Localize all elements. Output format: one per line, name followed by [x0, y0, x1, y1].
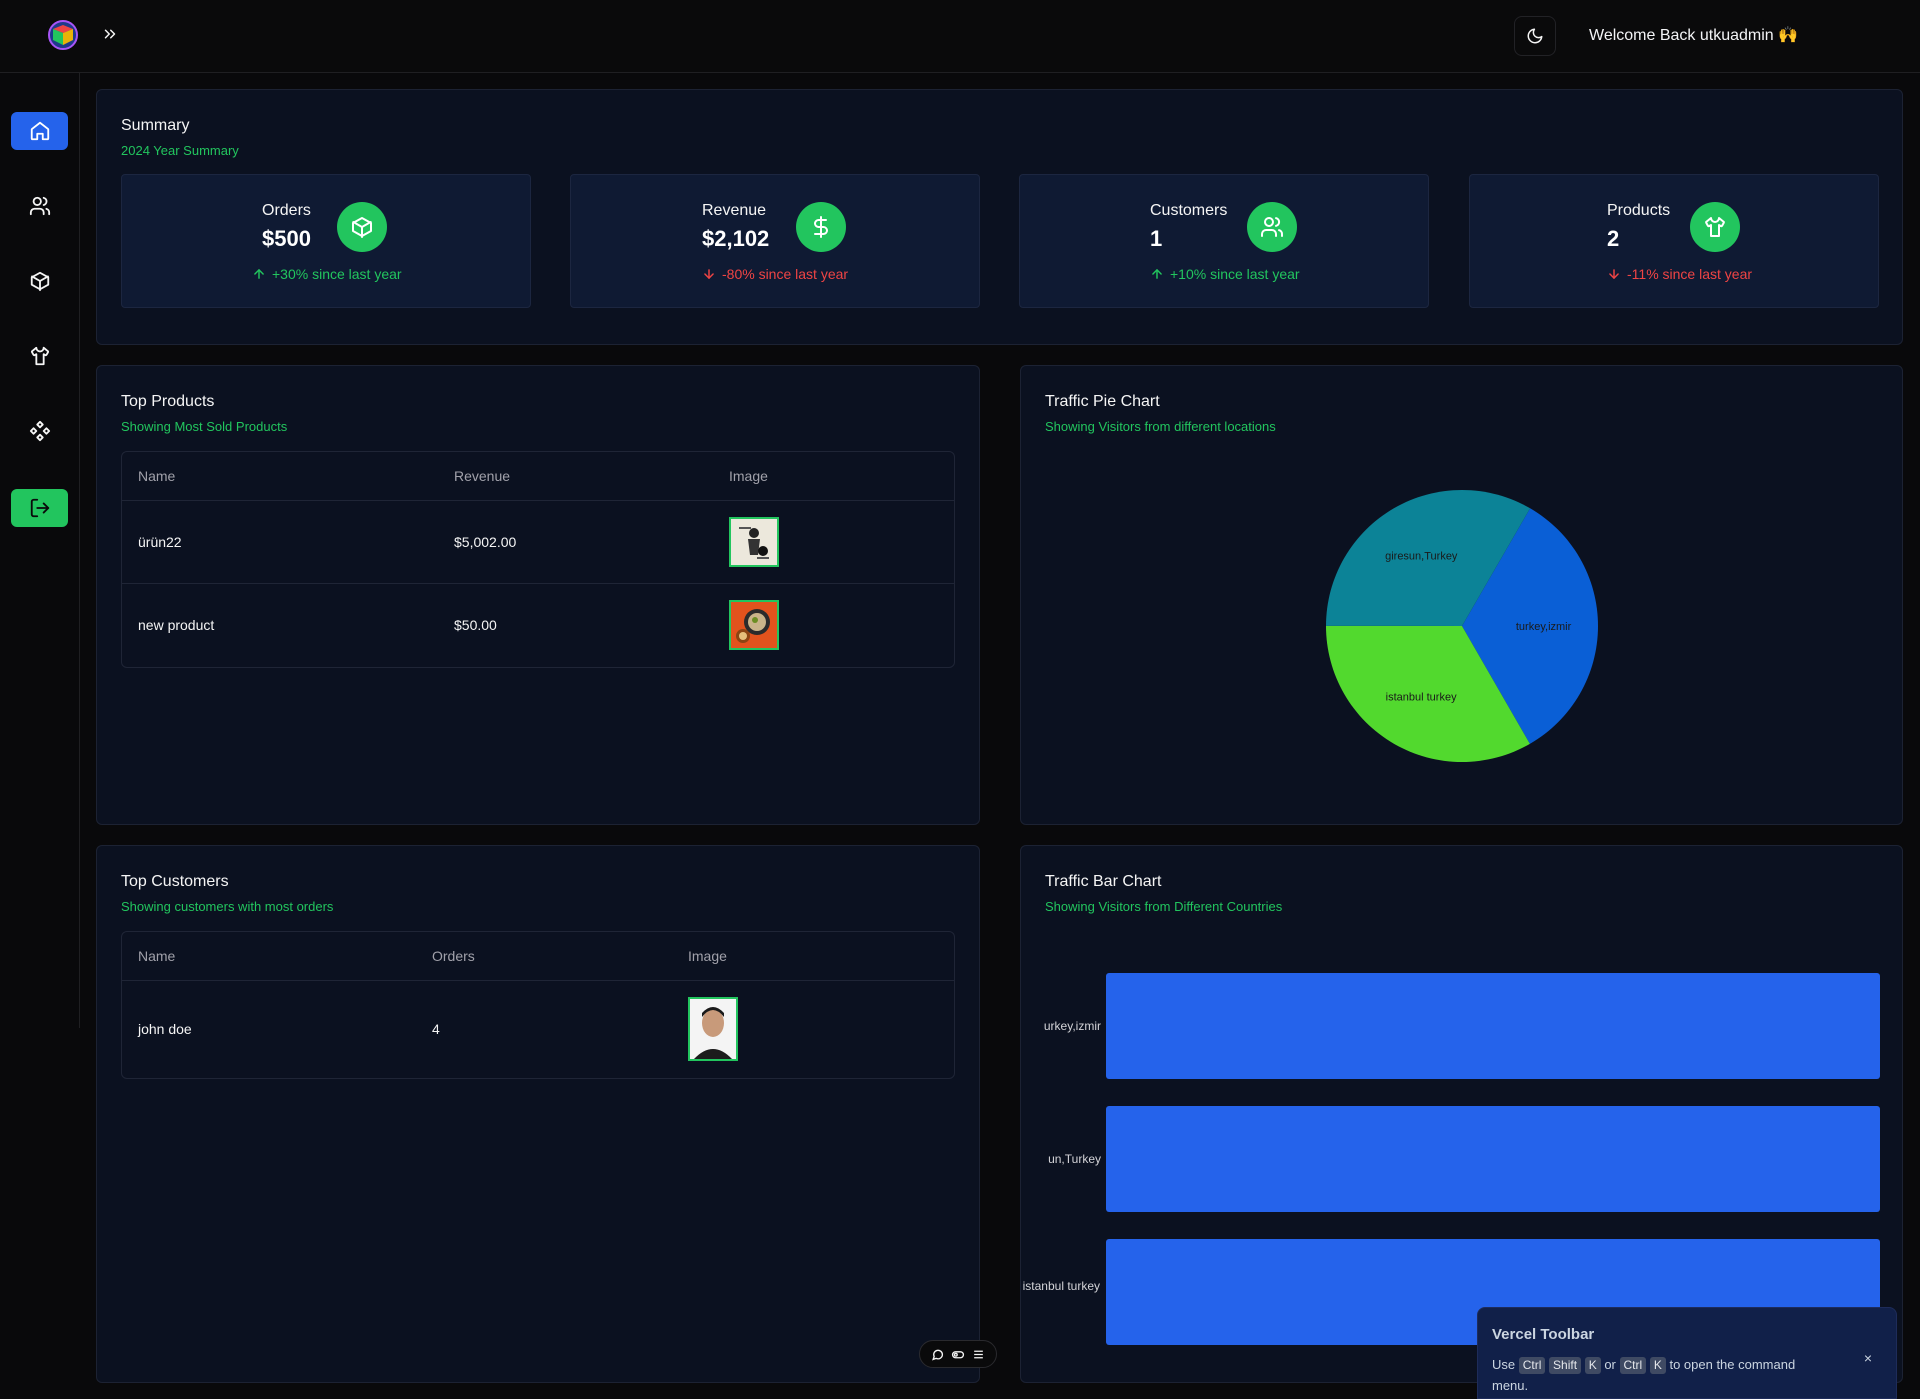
product-name: ürün22	[138, 534, 182, 550]
traffic-bar-card: Traffic Bar Chart Showing Visitors from …	[1020, 845, 1903, 1383]
stat-value: 1	[1150, 226, 1163, 251]
stat-value: $2,102	[702, 226, 770, 251]
top-header: Welcome Back utkuadmin 🙌	[0, 0, 1920, 73]
product-name: new product	[138, 617, 215, 633]
comment-icon[interactable]	[931, 1348, 944, 1361]
pie-label: istanbul turkey	[1386, 692, 1457, 704]
stat-card-orders: Orders $500 +30% since last year	[121, 174, 531, 308]
product-image[interactable]	[729, 600, 779, 650]
sidebar-item-products[interactable]	[11, 337, 68, 375]
top-customers-title: Top Customers	[121, 873, 229, 890]
sidebar	[0, 73, 80, 1028]
toggle-icon[interactable]	[951, 1348, 965, 1361]
column-header: Image	[729, 468, 768, 484]
stat-label: Products	[1607, 202, 1671, 219]
kbd-key: Ctrl	[1619, 1357, 1647, 1374]
bar-tick-label: urkey,izmir	[1043, 1019, 1101, 1033]
sidebar-item-customers[interactable]	[11, 187, 68, 225]
vercel-toolbar-message: Use Ctrl Shift K or Ctrl K to open the c…	[1492, 1357, 1796, 1393]
kbd-key: Ctrl	[1518, 1357, 1546, 1374]
stat-card-revenue: Revenue $2,102 -80% since last year	[570, 174, 980, 308]
pie-label: turkey,izmir	[1516, 621, 1572, 633]
summary-title: Summary	[121, 117, 190, 134]
moon-icon	[1527, 28, 1543, 44]
top-products-subtitle: Showing Most Sold Products	[121, 419, 288, 434]
sidebar-item-home[interactable]	[11, 112, 68, 150]
pie-label: giresun,Turkey	[1385, 550, 1458, 562]
logo-icon[interactable]	[47, 19, 79, 51]
vercel-toolbar-title: Vercel Toolbar	[1492, 1326, 1595, 1343]
users-icon	[29, 196, 50, 216]
sidebar-item-logout[interactable]	[11, 489, 68, 527]
stat-card-products: Products 2 -11% since last year	[1469, 174, 1879, 308]
column-header: Name	[138, 948, 176, 964]
home-icon	[30, 121, 49, 141]
top-products-title: Top Products	[121, 393, 215, 410]
table-header: Name Orders Image	[122, 932, 954, 981]
stat-value: $500	[262, 226, 311, 251]
product-revenue: $5,002.00	[454, 534, 517, 550]
stat-label: Revenue	[702, 202, 767, 219]
arrow-down-icon	[704, 269, 714, 279]
product-image[interactable]	[729, 517, 779, 567]
close-icon[interactable]: ×	[1864, 1350, 1872, 1366]
arrow-down-icon	[1609, 269, 1619, 279]
top-products-table: Name Revenue Image ürün22 $5,002.00 new …	[121, 451, 955, 668]
table-header: Name Revenue Image	[122, 452, 954, 501]
column-header: Name	[138, 468, 176, 484]
floating-toolbar	[919, 1340, 997, 1368]
expand-sidebar-icon[interactable]	[98, 22, 122, 46]
sidebar-item-components[interactable]	[11, 412, 68, 450]
top-customers-card: Top Customers Showing customers with mos…	[96, 845, 980, 1383]
stat-value: 2	[1607, 226, 1620, 251]
users-icon	[1247, 202, 1297, 252]
summary-subtitle: 2024 Year Summary	[121, 143, 239, 158]
stat-label: Orders	[262, 202, 311, 219]
shirt-icon	[1690, 202, 1740, 252]
traffic-pie-card: Traffic Pie Chart Showing Visitors from …	[1020, 365, 1903, 825]
avatar[interactable]	[688, 997, 738, 1061]
column-header: Orders	[432, 948, 475, 964]
pie-chart: turkey,izmir istanbul turkey giresun,Turke…	[1326, 490, 1598, 762]
stat-change: -11% since last year	[1607, 266, 1752, 282]
customer-name: john doe	[138, 1021, 192, 1037]
arrow-up-icon	[1152, 269, 1162, 279]
customer-orders: 4	[432, 1021, 440, 1037]
bar-chart: urkey,izmir un,Turkey istanbul turkey	[1021, 846, 1904, 1384]
logout-icon	[30, 498, 49, 518]
arrow-up-icon	[254, 269, 264, 279]
menu-icon[interactable]	[972, 1348, 985, 1361]
top-customers-subtitle: Showing customers with most orders	[121, 899, 334, 914]
top-customers-table: Name Orders Image john doe 4	[121, 931, 955, 1079]
bar-tick-label: un,Turkey	[1048, 1152, 1101, 1166]
top-products-card: Top Products Showing Most Sold Products …	[96, 365, 980, 825]
welcome-message: Welcome Back utkuadmin 🙌	[1589, 27, 1799, 44]
components-icon	[29, 420, 50, 442]
stat-change: +30% since last year	[252, 266, 402, 282]
theme-toggle-button[interactable]	[1514, 16, 1556, 56]
table-row[interactable]: ürün22 $5,002.00	[122, 501, 954, 584]
column-header: Revenue	[454, 468, 511, 484]
kbd-key: K	[1584, 1357, 1601, 1374]
summary-card: Summary 2024 Year Summary Orders $500 +3…	[96, 89, 1903, 345]
stat-card-customers: Customers 1 +10% since last year	[1019, 174, 1429, 308]
shirt-icon	[30, 346, 49, 366]
bar[interactable]	[1106, 1106, 1880, 1212]
stat-label: Customers	[1150, 202, 1228, 219]
sidebar-item-orders[interactable]	[11, 262, 68, 300]
dollar-icon	[796, 202, 846, 252]
table-row[interactable]: new product $50.00	[122, 584, 954, 667]
stat-change: +10% since last year	[1150, 266, 1300, 282]
kbd-key: Shift	[1549, 1357, 1582, 1374]
bar[interactable]	[1106, 973, 1880, 1079]
column-header: Image	[688, 948, 727, 964]
kbd-key: K	[1649, 1357, 1666, 1374]
vercel-toolbar-popup: Vercel Toolbar Use Ctrl Shift K or Ctrl …	[1477, 1307, 1897, 1399]
package-icon	[30, 271, 49, 292]
bar-tick-label: istanbul turkey	[1022, 1279, 1100, 1293]
stat-change: -80% since last year	[702, 266, 848, 282]
table-row[interactable]: john doe 4	[122, 981, 954, 1078]
package-icon	[337, 202, 387, 252]
product-revenue: $50.00	[454, 617, 497, 633]
